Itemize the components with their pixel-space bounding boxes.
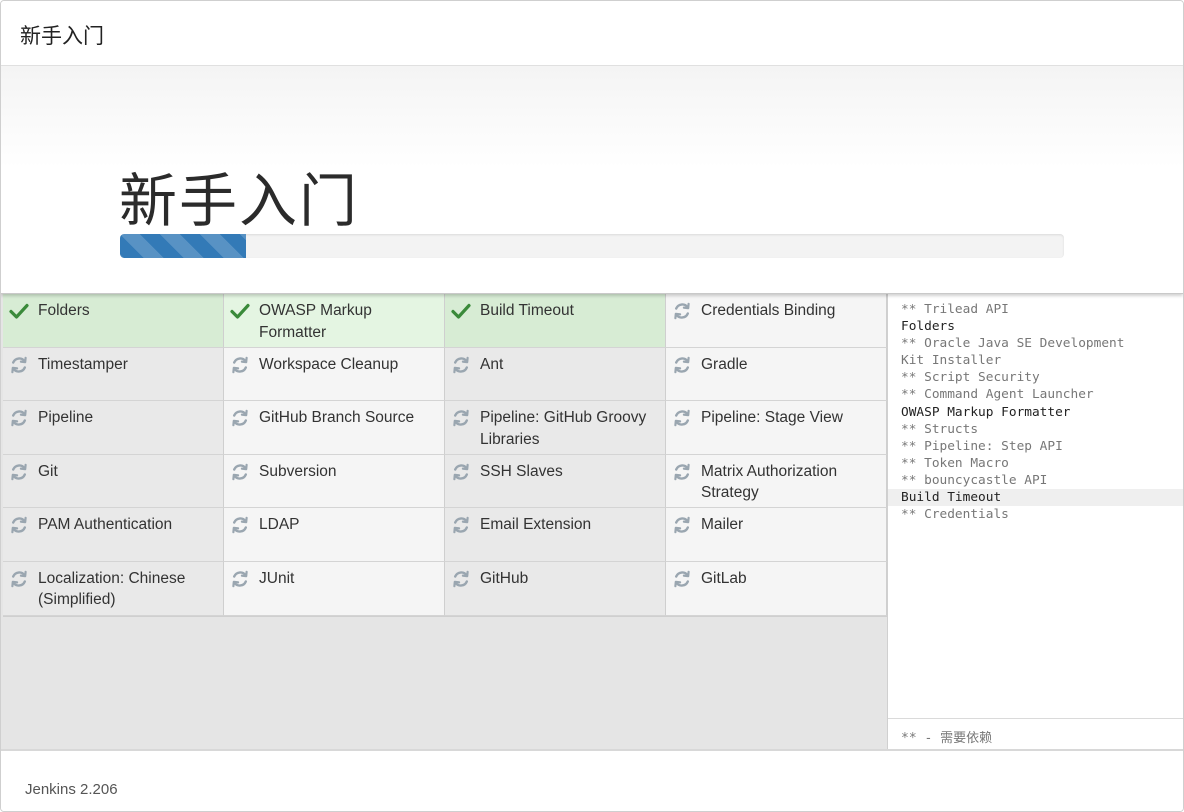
plugin-name: Gradle	[701, 355, 748, 373]
dependency-legend: ** - 需要依赖	[888, 718, 1183, 749]
plugin-name: LDAP	[259, 516, 300, 534]
log-line: ** Pipeline: Step API	[901, 438, 1063, 454]
plugin-item: Email Extension	[445, 508, 666, 562]
plugin-name: PAM Authentication	[38, 516, 173, 534]
dialog-title: 新手入门	[20, 24, 104, 48]
plugin-name: GitLab	[701, 569, 747, 587]
log-line: Build Timeout	[888, 489, 1183, 507]
plugin-grid: Folders OWASP Markup Formatter Build Timeo…	[3, 294, 887, 617]
check-icon	[451, 301, 471, 321]
plugin-name: Git	[38, 462, 58, 480]
dialog-header: 新手入门	[1, 1, 1183, 66]
log-line: ** Trilead API	[901, 302, 1009, 317]
log-line: OWASP Markup Formatter	[901, 404, 1071, 420]
log-line: ** Token Macro	[901, 455, 1009, 471]
plugin-item: Pipeline: GitHub Groovy Libraries	[445, 401, 666, 455]
plugin-name: Folders	[38, 302, 90, 319]
plugin-name: GitHub Branch Source	[259, 409, 415, 427]
refresh-icon	[451, 408, 471, 428]
plugin-item: OWASP Markup Formatter	[224, 294, 445, 348]
plugin-name: OWASP Markup Formatter	[259, 302, 372, 341]
plugin-name: Matrix Authorization Strategy	[701, 462, 838, 502]
plugin-item: SSH Slaves	[445, 454, 666, 509]
plugin-item: JUnit	[224, 561, 445, 616]
install-log: ** Trilead API Folders ** Oracle Java SE D…	[888, 301, 1183, 523]
log-line: ** Structs	[901, 421, 979, 437]
plugin-name: Mailer	[701, 516, 744, 534]
log-line: Kit Installer	[901, 353, 1002, 369]
plugin-name: JUnit	[259, 569, 295, 587]
plugin-item: Timestamper	[3, 347, 224, 402]
check-icon	[230, 301, 250, 321]
hero-section: 新手入门	[1, 66, 1183, 294]
progress-fill	[120, 234, 247, 258]
plugin-item: Workspace Cleanup	[224, 347, 445, 402]
plugin-name: Subversion	[259, 462, 337, 480]
plugin-item: Git	[3, 454, 224, 509]
plugin-name: SSH Slaves	[480, 462, 563, 480]
jenkins-version: Jenkins 2.206	[25, 781, 118, 798]
plugin-item: LDAP	[224, 508, 445, 562]
log-line: ** Script Security	[901, 370, 1040, 386]
install-progress-bar	[120, 234, 1064, 258]
plugin-item: GitHub Branch Source	[224, 401, 445, 455]
plugin-name: Ant	[480, 355, 504, 373]
refresh-icon	[230, 408, 250, 428]
refresh-icon	[451, 462, 471, 482]
plugin-name: Credentials Binding	[701, 302, 836, 319]
plugin-name: GitHub	[480, 569, 529, 587]
plugin-name: Localization: Chinese (Simplified)	[38, 569, 186, 609]
plugin-item: Localization: Chinese (Simplified)	[3, 561, 224, 616]
refresh-icon	[672, 569, 692, 589]
plugin-item: Mailer	[666, 508, 887, 562]
log-line: Folders	[901, 319, 955, 335]
refresh-icon	[230, 355, 250, 375]
plugin-item: Pipeline	[3, 401, 224, 455]
plugin-item: Subversion	[224, 454, 445, 509]
log-line: ** Oracle Java SE Development	[901, 336, 1125, 352]
plugin-item: GitLab	[666, 561, 887, 616]
plugin-name: Build Timeout	[480, 302, 574, 319]
refresh-icon	[672, 462, 692, 482]
plugin-item: Gradle	[666, 347, 887, 402]
refresh-icon	[9, 355, 29, 375]
dialog-footer: Jenkins 2.206	[1, 749, 1183, 811]
refresh-icon	[230, 515, 250, 535]
refresh-icon	[9, 569, 29, 589]
plugin-name: Workspace Cleanup	[259, 355, 399, 373]
refresh-icon	[672, 408, 692, 428]
plugin-name: Pipeline: GitHub Groovy Libraries	[480, 409, 647, 448]
plugin-item: Credentials Binding	[666, 294, 887, 348]
plugin-item: GitHub	[445, 561, 666, 616]
refresh-icon	[451, 355, 471, 375]
install-log-panel[interactable]: ** Trilead API Folders ** Oracle Java SE D…	[887, 294, 1183, 749]
plugin-name: Email Extension	[480, 516, 592, 534]
plugin-item: Matrix Authorization Strategy	[666, 454, 887, 509]
plugin-item: Build Timeout	[445, 294, 666, 348]
plugin-name: Pipeline: Stage View	[701, 409, 843, 427]
plugin-item: Pipeline: Stage View	[666, 401, 887, 455]
plugin-name: Timestamper	[38, 355, 128, 373]
plugin-item: PAM Authentication	[3, 508, 224, 562]
refresh-icon	[9, 515, 29, 535]
plugin-name: Pipeline	[38, 409, 94, 427]
plugin-item: Folders	[3, 294, 224, 348]
refresh-icon	[230, 462, 250, 482]
refresh-icon	[672, 355, 692, 375]
refresh-icon	[9, 462, 29, 482]
log-line: ** Command Agent Launcher	[901, 387, 1094, 403]
refresh-icon	[9, 408, 29, 428]
check-icon	[9, 301, 29, 321]
page-title: 新手入门	[119, 167, 360, 235]
setup-wizard-dialog: 新手入门 新手入门 Folders OWASP Markup Formatter B…	[0, 0, 1184, 812]
refresh-icon	[230, 569, 250, 589]
log-line: ** bouncycastle API	[901, 472, 1048, 488]
refresh-icon	[672, 515, 692, 535]
refresh-icon	[672, 301, 692, 321]
plugin-item: Ant	[445, 347, 666, 402]
log-line: ** Credentials	[901, 507, 1009, 523]
plugin-list-area: Folders OWASP Markup Formatter Build Timeo…	[1, 294, 887, 749]
refresh-icon	[451, 569, 471, 589]
refresh-icon	[451, 515, 471, 535]
